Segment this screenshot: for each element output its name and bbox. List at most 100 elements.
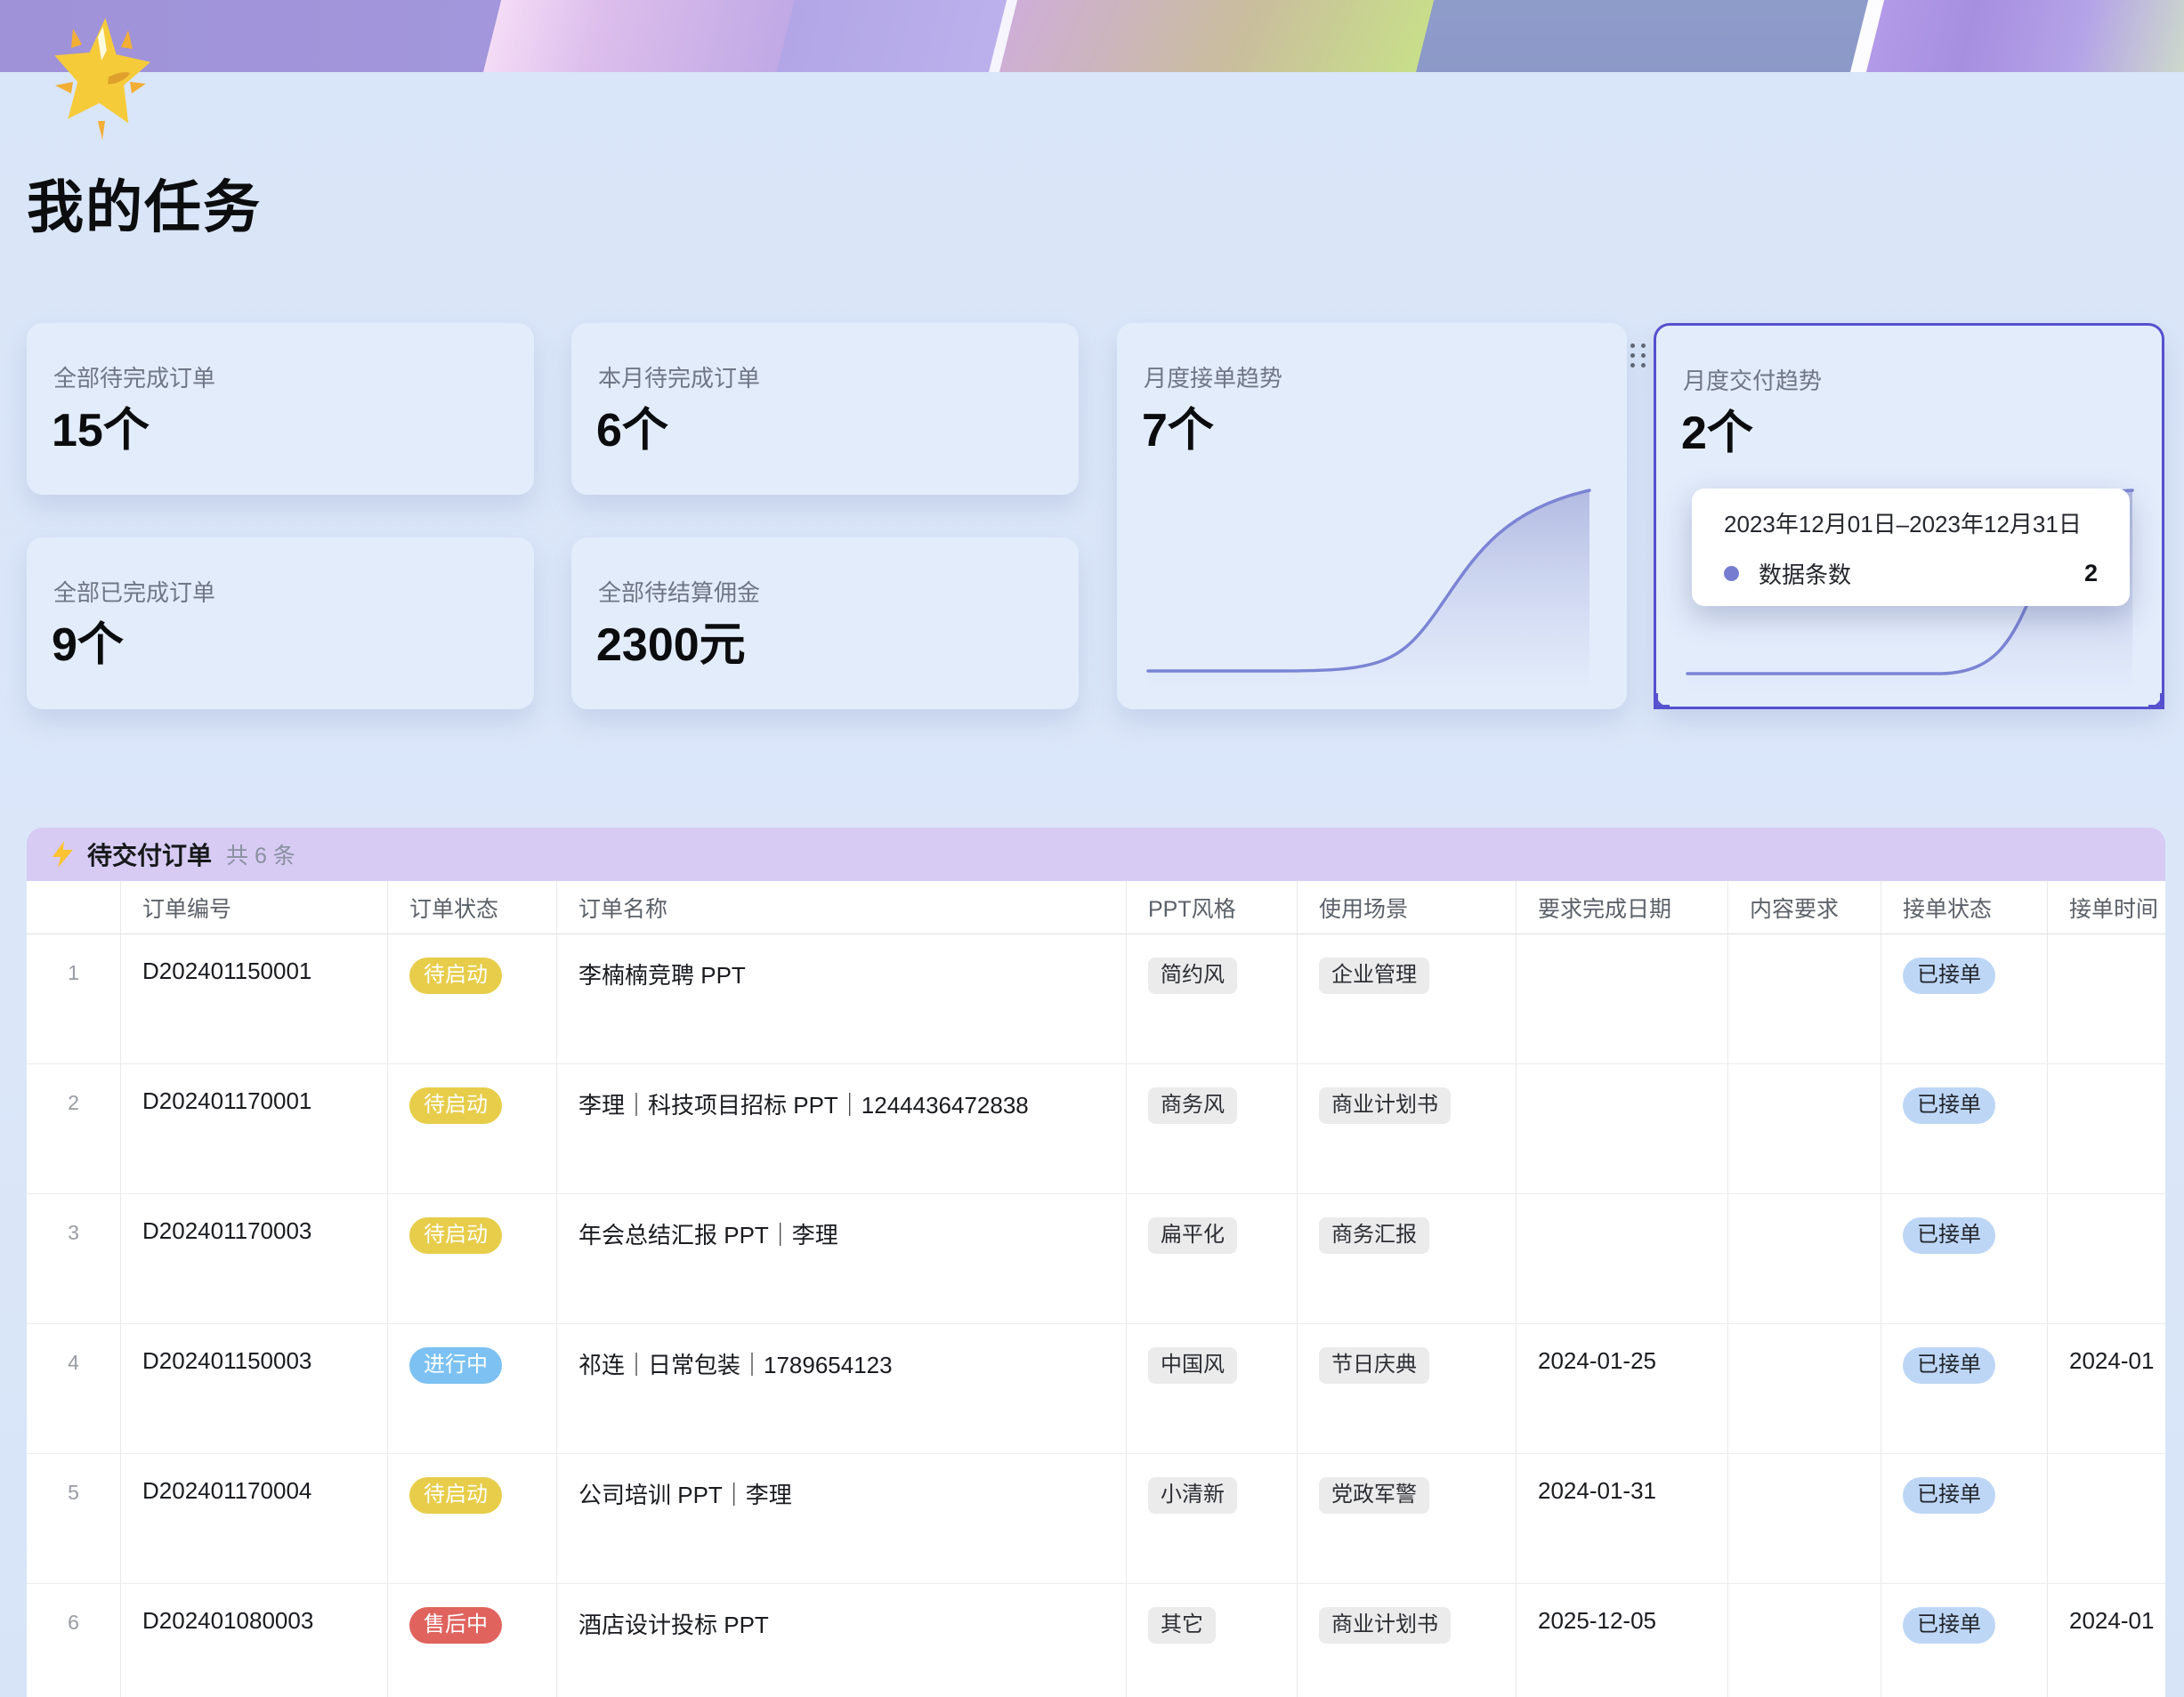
column-header[interactable]: 订单状态 — [388, 881, 557, 933]
column-header[interactable]: 接单时间 — [2048, 881, 2165, 933]
order-id-cell[interactable]: D202401170001 — [121, 1064, 388, 1193]
column-header[interactable]: PPT风格 — [1127, 881, 1298, 933]
order-name-cell[interactable]: 李理｜科技项目招标 PPT｜1244436472838 — [557, 1064, 1127, 1193]
option-tag: 扁平化 — [1148, 1217, 1237, 1254]
table-row[interactable]: 6 D202401080003 售后中 酒店设计投标 PPT 其它 商业计划书 … — [27, 1584, 2165, 1697]
order-id-cell[interactable]: D202401150001 — [121, 934, 388, 1063]
content-req-cell[interactable] — [1728, 1064, 1881, 1193]
accept-time-cell[interactable] — [2048, 1454, 2165, 1583]
option-tag: 商业计划书 — [1319, 1087, 1451, 1124]
chart-value: 7个 — [1142, 392, 1214, 459]
column-header[interactable]: 接单状态 — [1881, 881, 2048, 933]
usage-scene-cell[interactable]: 节日庆典 — [1298, 1324, 1517, 1453]
order-status-cell[interactable]: 待启动 — [388, 1454, 557, 1583]
usage-scene-cell[interactable]: 商业计划书 — [1298, 1064, 1517, 1193]
order-id-cell[interactable]: D202401080003 — [121, 1584, 388, 1697]
table-row[interactable]: 3 D202401170003 待启动 年会总结汇报 PPT｜李理 扁平化 商务… — [27, 1194, 2165, 1324]
table-section-bar[interactable]: 待交付订单 共 6 条 — [27, 828, 2165, 881]
accept-time-cell[interactable] — [2048, 1064, 2165, 1193]
order-name-cell[interactable]: 祁连｜日常包装｜1789654123 — [557, 1324, 1127, 1453]
accept-status-badge: 已接单 — [1903, 1087, 1995, 1124]
due-date-cell[interactable]: 2024-01-31 — [1517, 1454, 1728, 1583]
column-header[interactable]: 内容要求 — [1728, 881, 1881, 933]
accept-status-badge: 已接单 — [1903, 958, 1995, 994]
order-id-cell[interactable]: D202401150003 — [121, 1324, 388, 1453]
accept-time-cell[interactable]: 2024-01 — [2048, 1584, 2165, 1697]
tooltip-date-range: 2023年12月01日–2023年12月31日 — [1724, 506, 2098, 539]
selection-handle-icon[interactable] — [1654, 693, 1670, 709]
selection-handle-icon[interactable] — [2148, 693, 2164, 709]
column-header[interactable]: 订单名称 — [557, 881, 1127, 933]
stat-card-month-pending[interactable]: 本月待完成订单 6个 — [571, 323, 1079, 495]
option-tag: 小清新 — [1148, 1477, 1237, 1514]
ppt-style-cell[interactable]: 中国风 — [1127, 1324, 1298, 1453]
accept-status-cell[interactable]: 已接单 — [1881, 1064, 2048, 1193]
due-date-cell[interactable] — [1517, 934, 1728, 1063]
banner-ribbon — [771, 0, 1022, 72]
stat-card-total-done[interactable]: 全部已完成订单 9个 — [27, 537, 534, 709]
stat-value: 6个 — [596, 392, 668, 459]
order-name-cell[interactable]: 年会总结汇报 PPT｜李理 — [557, 1194, 1127, 1323]
order-status-cell[interactable]: 待启动 — [388, 1194, 557, 1323]
column-header[interactable]: 订单编号 — [121, 881, 388, 933]
column-header[interactable]: 使用场景 — [1298, 881, 1517, 933]
stat-value: 15个 — [52, 392, 150, 459]
accept-time-cell[interactable]: 2024-01 — [2048, 1324, 2165, 1453]
accept-status-cell[interactable]: 已接单 — [1881, 1324, 2048, 1453]
section-title: 待交付订单 — [87, 836, 212, 872]
accept-status-cell[interactable]: 已接单 — [1881, 1454, 2048, 1583]
ppt-style-cell[interactable]: 扁平化 — [1127, 1194, 1298, 1323]
order-name-cell[interactable]: 酒店设计投标 PPT — [557, 1584, 1127, 1697]
usage-scene-cell[interactable]: 企业管理 — [1298, 934, 1517, 1063]
order-status-cell[interactable]: 售后中 — [388, 1584, 557, 1697]
order-status-cell[interactable]: 进行中 — [388, 1324, 557, 1453]
due-date-cell[interactable] — [1517, 1194, 1728, 1323]
order-name-cell[interactable]: 公司培训 PPT｜李理 — [557, 1454, 1127, 1583]
due-date-cell[interactable] — [1517, 1064, 1728, 1193]
content-req-cell[interactable] — [1728, 1194, 1881, 1323]
table-row[interactable]: 4 D202401150003 进行中 祁连｜日常包装｜1789654123 中… — [27, 1324, 2165, 1454]
status-badge: 售后中 — [409, 1607, 502, 1644]
content-req-cell[interactable] — [1728, 1584, 1881, 1697]
chart-card-monthly-delivery[interactable]: 月度交付趋势 2个 2023年12月01日–2023年12月31日 数据条数 2 — [1654, 323, 2164, 709]
ppt-style-cell[interactable]: 小清新 — [1127, 1454, 1298, 1583]
accept-status-cell[interactable]: 已接单 — [1881, 934, 2048, 1063]
section-count: 共 6 条 — [226, 838, 295, 870]
order-id-cell[interactable]: D202401170003 — [121, 1194, 388, 1323]
table-body: 1 D202401150001 待启动 李楠楠竞聘 PPT 简约风 企业管理 已… — [27, 934, 2165, 1697]
order-name-cell[interactable]: 李楠楠竞聘 PPT — [557, 934, 1127, 1063]
due-date-cell[interactable]: 2025-12-05 — [1517, 1584, 1728, 1697]
usage-scene-cell[interactable]: 党政军警 — [1298, 1454, 1517, 1583]
content-req-cell[interactable] — [1728, 1324, 1881, 1453]
option-tag: 其它 — [1148, 1607, 1216, 1644]
row-number-cell: 1 — [27, 934, 121, 1063]
table-row[interactable]: 2 D202401170001 待启动 李理｜科技项目招标 PPT｜124443… — [27, 1064, 2165, 1194]
status-badge: 待启动 — [409, 1477, 502, 1514]
accept-status-cell[interactable]: 已接单 — [1881, 1584, 2048, 1697]
column-header[interactable]: 要求完成日期 — [1517, 881, 1728, 933]
row-number-cell: 5 — [27, 1454, 121, 1583]
stat-card-pending-commission[interactable]: 全部待结算佣金 2300元 — [571, 537, 1079, 709]
content-req-cell[interactable] — [1728, 934, 1881, 1063]
content-req-cell[interactable] — [1728, 1454, 1881, 1583]
option-tag: 商务汇报 — [1319, 1217, 1429, 1254]
usage-scene-cell[interactable]: 商业计划书 — [1298, 1584, 1517, 1697]
ppt-style-cell[interactable]: 简约风 — [1127, 934, 1298, 1063]
table-row[interactable]: 1 D202401150001 待启动 李楠楠竞聘 PPT 简约风 企业管理 已… — [27, 934, 2165, 1064]
accept-time-cell[interactable] — [2048, 1194, 2165, 1323]
stat-label: 本月待完成订单 — [598, 360, 760, 393]
row-number-cell: 6 — [27, 1584, 121, 1697]
ppt-style-cell[interactable]: 商务风 — [1127, 1064, 1298, 1193]
stat-card-total-pending[interactable]: 全部待完成订单 15个 — [27, 323, 534, 495]
table-row[interactable]: 5 D202401170004 待启动 公司培训 PPT｜李理 小清新 党政军警… — [27, 1454, 2165, 1584]
order-id-cell[interactable]: D202401170004 — [121, 1454, 388, 1583]
chart-card-monthly-orders[interactable]: 月度接单趋势 7个 — [1117, 323, 1627, 709]
drag-handle-icon[interactable] — [1630, 343, 1646, 368]
accept-time-cell[interactable] — [2048, 934, 2165, 1063]
accept-status-cell[interactable]: 已接单 — [1881, 1194, 2048, 1323]
order-status-cell[interactable]: 待启动 — [388, 934, 557, 1063]
ppt-style-cell[interactable]: 其它 — [1127, 1584, 1298, 1697]
usage-scene-cell[interactable]: 商务汇报 — [1298, 1194, 1517, 1323]
due-date-cell[interactable]: 2024-01-25 — [1517, 1324, 1728, 1453]
order-status-cell[interactable]: 待启动 — [388, 1064, 557, 1193]
